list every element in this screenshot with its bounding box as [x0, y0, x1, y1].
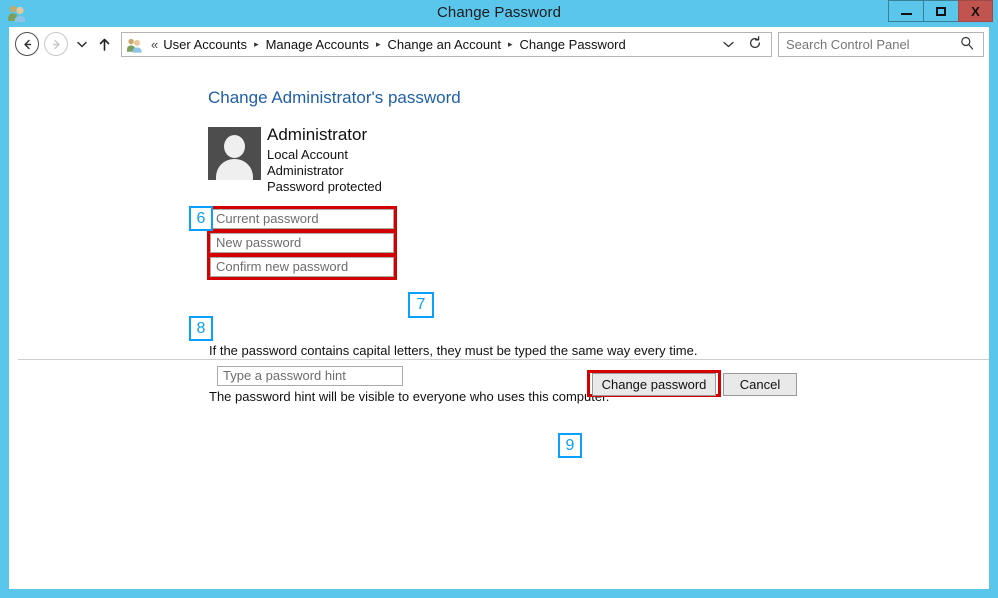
close-button[interactable]: X	[958, 0, 993, 22]
up-button[interactable]	[93, 32, 115, 56]
search-icon[interactable]	[960, 36, 983, 53]
chevron-down-icon[interactable]	[714, 39, 743, 51]
account-status: Password protected	[267, 179, 382, 194]
maximize-icon	[936, 6, 946, 16]
step-badge-7: 7	[408, 292, 434, 318]
title-bar: Change Password X	[0, 0, 998, 27]
minimize-icon	[900, 13, 912, 15]
navigation-bar: « User Accounts ▸ Manage Accounts ▸ Chan…	[9, 27, 989, 63]
confirm-password-input[interactable]: Confirm new password	[210, 257, 394, 277]
back-button[interactable]	[15, 32, 39, 56]
breadcrumb-overflow[interactable]: «	[147, 37, 162, 52]
current-password-input[interactable]: Current password	[210, 209, 394, 229]
breadcrumb-item-manage-accounts[interactable]: Manage Accounts	[265, 37, 370, 52]
forward-button[interactable]	[44, 32, 68, 56]
breadcrumb-item-change-password[interactable]: Change Password	[519, 37, 627, 52]
window-controls: X	[888, 0, 993, 22]
breadcrumb-separator-icon: ▸	[254, 39, 259, 49]
search-box[interactable]: Search Control Panel	[778, 32, 984, 57]
cancel-button[interactable]: Cancel	[723, 373, 797, 396]
search-input[interactable]: Search Control Panel	[779, 37, 960, 52]
close-icon: X	[971, 3, 980, 19]
nav-buttons	[15, 32, 115, 56]
avatar-head	[224, 135, 245, 158]
hint-visibility-note: The password hint will be visible to eve…	[209, 389, 610, 404]
maximize-button[interactable]	[923, 0, 958, 22]
capital-letters-note: If the password contains capital letters…	[209, 343, 698, 358]
step-badge-9: 9	[558, 433, 582, 458]
password-hint-input[interactable]: Type a password hint	[217, 366, 403, 386]
recent-locations-button[interactable]	[73, 32, 91, 56]
avatar-body	[216, 159, 253, 180]
avatar	[208, 127, 261, 180]
breadcrumb-separator-icon: ▸	[375, 39, 381, 49]
breadcrumb-item-change-an-account[interactable]: Change an Account	[386, 37, 501, 52]
step-badge-8: 8	[189, 316, 213, 341]
window-title: Change Password	[436, 4, 562, 21]
page-title: Change Administrator's password	[208, 88, 461, 107]
account-name: Administrator	[267, 125, 368, 144]
change-password-button[interactable]: Change password	[592, 373, 716, 396]
breadcrumb-user-accounts-icon	[126, 37, 143, 53]
breadcrumb[interactable]: « User Accounts ▸ Manage Accounts ▸ Chan…	[121, 32, 772, 57]
account-type: Local Account	[267, 147, 348, 162]
breadcrumb-actions	[714, 36, 771, 53]
new-password-input[interactable]: New password	[210, 233, 394, 253]
change-password-window: Change Password X « User Accounts ▸ Mana…	[0, 0, 998, 598]
section-divider	[18, 359, 989, 360]
breadcrumb-separator-icon: ▸	[507, 39, 513, 49]
minimize-button[interactable]	[888, 0, 923, 22]
refresh-icon[interactable]	[743, 36, 767, 53]
content-area: Change Administrator's password Administ…	[9, 63, 989, 589]
account-group: Administrator	[267, 163, 344, 178]
step-badge-6: 6	[189, 206, 213, 231]
breadcrumb-item-user-accounts[interactable]: User Accounts	[162, 37, 248, 52]
